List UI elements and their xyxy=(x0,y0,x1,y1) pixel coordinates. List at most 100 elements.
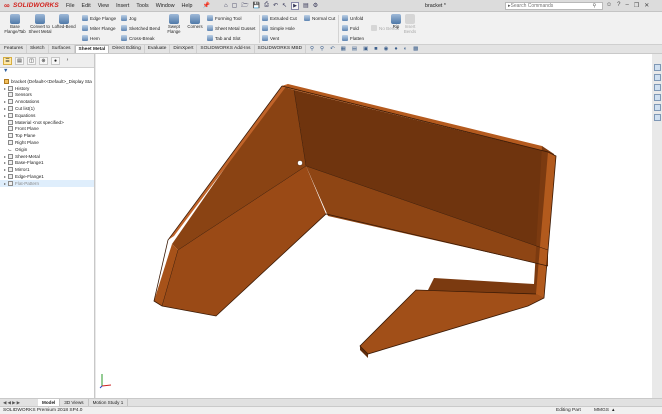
tree-item-top-plane[interactable]: Top Plane xyxy=(0,132,94,139)
solidworks-logo[interactable]: ∞ SOLIDWORKS xyxy=(0,1,62,10)
expand-arrow-icon[interactable]: ▸ xyxy=(3,174,7,179)
sheet-metal-bracket-model[interactable] xyxy=(96,54,652,398)
simple-hole-button[interactable]: Simple Hole xyxy=(262,25,295,31)
edge-flange-button[interactable]: Edge Flange xyxy=(82,15,116,21)
zoom-to-fit-icon[interactable]: ⚲ xyxy=(310,46,314,52)
hem-button[interactable]: Hem xyxy=(82,35,100,41)
tab-direct-editing[interactable]: Direct Editing xyxy=(109,45,145,53)
expand-arrow-icon[interactable]: ▸ xyxy=(3,181,7,186)
configuration-manager-tab-icon[interactable]: ◫ xyxy=(27,57,36,65)
tab-sketch[interactable]: Sketch xyxy=(27,45,49,53)
edit-appearance-icon[interactable]: ● xyxy=(394,46,397,52)
normal-cut-button[interactable]: Normal Cut xyxy=(304,15,335,21)
graphics-area[interactable] xyxy=(96,54,652,398)
view-settings-icon[interactable]: ▩ xyxy=(413,46,418,52)
hide-show-items-icon[interactable]: ◉ xyxy=(384,46,389,52)
tree-item-right-plane[interactable]: Right Plane xyxy=(0,139,94,146)
tab-3d-views[interactable]: 3D Views xyxy=(60,399,89,406)
unit-system-selector[interactable]: MMGS ▴ xyxy=(594,408,614,413)
file-explorer-icon[interactable] xyxy=(653,84,661,91)
insert-bends-button[interactable]: Insert Bends xyxy=(398,14,422,35)
menu-edit[interactable]: Edit xyxy=(82,3,91,9)
new-document-icon[interactable]: ▢ xyxy=(232,2,238,9)
menu-view[interactable]: View xyxy=(98,3,109,9)
tab-features[interactable]: Features xyxy=(1,45,27,53)
tree-item-cut-list[interactable]: ▸ Cut list(1) xyxy=(0,105,94,112)
design-library-icon[interactable] xyxy=(653,74,661,81)
view-palette-icon[interactable] xyxy=(653,94,661,101)
fold-button[interactable]: Fold xyxy=(342,25,359,31)
tab-motion-study-1[interactable]: Motion Study 1 xyxy=(89,399,129,406)
search-icon[interactable]: ⚲ xyxy=(593,3,597,9)
user-icon[interactable]: ☺ xyxy=(606,2,612,9)
tab-and-slot-button[interactable]: Tab and Slot xyxy=(207,35,241,41)
feature-manager-tab-icon[interactable]: ☰ xyxy=(3,57,12,65)
vent-button[interactable]: Vent xyxy=(262,35,279,41)
miter-flange-button[interactable]: Miter Flange xyxy=(82,25,116,31)
undo-icon[interactable]: ↶ xyxy=(273,2,278,9)
menu-help[interactable]: Help xyxy=(182,3,193,9)
tab-surfaces[interactable]: Surfaces xyxy=(49,45,75,53)
options-gear-icon[interactable]: ⚙ xyxy=(313,2,318,9)
tree-item-mirror1[interactable]: ▸ Mirror1 xyxy=(0,166,94,173)
print-icon[interactable]: ⎙ xyxy=(264,2,269,9)
flatten-button[interactable]: Flatten xyxy=(342,35,364,41)
tree-item-front-plane[interactable]: Front Plane xyxy=(0,126,94,133)
custom-properties-icon[interactable] xyxy=(653,114,661,121)
expand-arrow-icon[interactable]: ▸ xyxy=(3,86,7,91)
property-manager-tab-icon[interactable]: ▤ xyxy=(15,57,24,65)
menu-tools[interactable]: Tools xyxy=(136,3,148,9)
restore-icon[interactable]: ❐ xyxy=(634,2,639,9)
solidworks-resources-icon[interactable] xyxy=(653,64,661,71)
forming-tool-button[interactable]: Forming Tool xyxy=(207,15,241,21)
lofted-bend-button[interactable]: Lofted-Bend xyxy=(52,14,76,30)
tree-item-flat-pattern[interactable]: ▸ Flat-Pattern xyxy=(0,179,94,187)
expand-arrow-icon[interactable]: ▸ xyxy=(3,160,7,165)
rebuild-icon[interactable]: ▶ xyxy=(291,1,300,10)
tree-item-equations[interactable]: ▸ Equations xyxy=(0,112,94,119)
file-properties-icon[interactable]: ▤ xyxy=(303,2,309,9)
menu-file[interactable]: File xyxy=(66,3,75,9)
open-icon[interactable]: 🗁 xyxy=(241,1,248,11)
filter-icon[interactable]: ▼ xyxy=(0,68,94,76)
tree-item-history[interactable]: ▸ History xyxy=(0,85,94,92)
jog-button[interactable]: Jog xyxy=(121,15,136,21)
appearances-icon[interactable] xyxy=(653,104,661,111)
dimxpert-manager-tab-icon[interactable]: ⊕ xyxy=(39,57,48,65)
pin-icon[interactable]: 📌 xyxy=(202,2,209,9)
section-view-icon[interactable]: ▦ xyxy=(341,46,346,52)
tab-solidworks-mbd[interactable]: SOLIDWORKS MBD xyxy=(255,45,307,53)
convert-to-sheet-metal-button[interactable]: Convert to Sheet Metal xyxy=(28,14,52,35)
tab-sheet-metal[interactable]: Sheet Metal xyxy=(74,45,110,53)
tab-scroll-arrows-icon[interactable]: ◀◀▶▶ xyxy=(0,400,38,406)
tab-evaluate[interactable]: Evaluate xyxy=(145,45,171,53)
tab-model[interactable]: Model xyxy=(38,399,61,406)
tree-item-annotations[interactable]: ▸ Annotations xyxy=(0,98,94,105)
display-manager-tab-icon[interactable]: ● xyxy=(51,57,60,65)
expand-arrow-icon[interactable]: ▸ xyxy=(3,99,7,104)
save-icon[interactable]: 💾 xyxy=(253,2,260,9)
tree-item-origin[interactable]: ⌙ Origin xyxy=(0,146,94,153)
tree-root-bracket[interactable]: bracket (Default<<Default>_Display Sta xyxy=(0,78,94,85)
tree-item-sensors[interactable]: Sensors xyxy=(0,92,94,99)
tree-item-material[interactable]: Material <not specified> xyxy=(0,119,94,126)
cross-break-button[interactable]: Cross-Break xyxy=(121,35,155,41)
expand-arrow-icon[interactable]: ▸ xyxy=(3,106,7,111)
extruded-cut-button[interactable]: Extruded Cut xyxy=(262,15,297,21)
tab-solidworks-add-ins[interactable]: SOLIDWORKS Add-Ins xyxy=(197,45,255,53)
expand-arrow-icon[interactable]: ▸ xyxy=(3,154,7,159)
base-flange-button[interactable]: Base Flange/Tab xyxy=(3,14,27,35)
expand-arrow-icon[interactable]: ▸ xyxy=(3,113,7,118)
apply-scene-icon[interactable]: ◐ xyxy=(404,46,407,52)
home-icon[interactable]: ⌂ xyxy=(224,3,228,9)
tree-item-sheet-metal[interactable]: ▸ Sheet-Metal xyxy=(0,153,94,160)
search-commands-input[interactable] xyxy=(510,3,593,9)
panel-expand-icon[interactable]: › xyxy=(63,57,72,65)
select-icon[interactable]: ↖ xyxy=(282,2,287,9)
menu-insert[interactable]: Insert xyxy=(116,3,129,9)
expand-arrow-icon[interactable]: ▸ xyxy=(3,167,7,172)
help-question-icon[interactable]: ? xyxy=(617,2,620,9)
minimize-icon[interactable]: – xyxy=(625,2,628,9)
close-icon[interactable]: ✕ xyxy=(644,2,649,9)
unfold-button[interactable]: Unfold xyxy=(342,15,363,21)
